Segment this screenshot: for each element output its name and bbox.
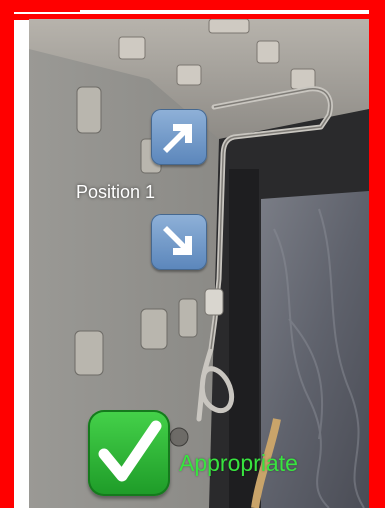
check-mark-icon [88,410,170,496]
verdict-label: Appropriate [179,450,298,476]
position-label: Position 1 [76,182,156,202]
red-frame-left [0,0,14,508]
arrow-up-right-icon [151,109,207,165]
arrow-down-right-icon [151,214,207,270]
red-frame-right [369,0,385,508]
